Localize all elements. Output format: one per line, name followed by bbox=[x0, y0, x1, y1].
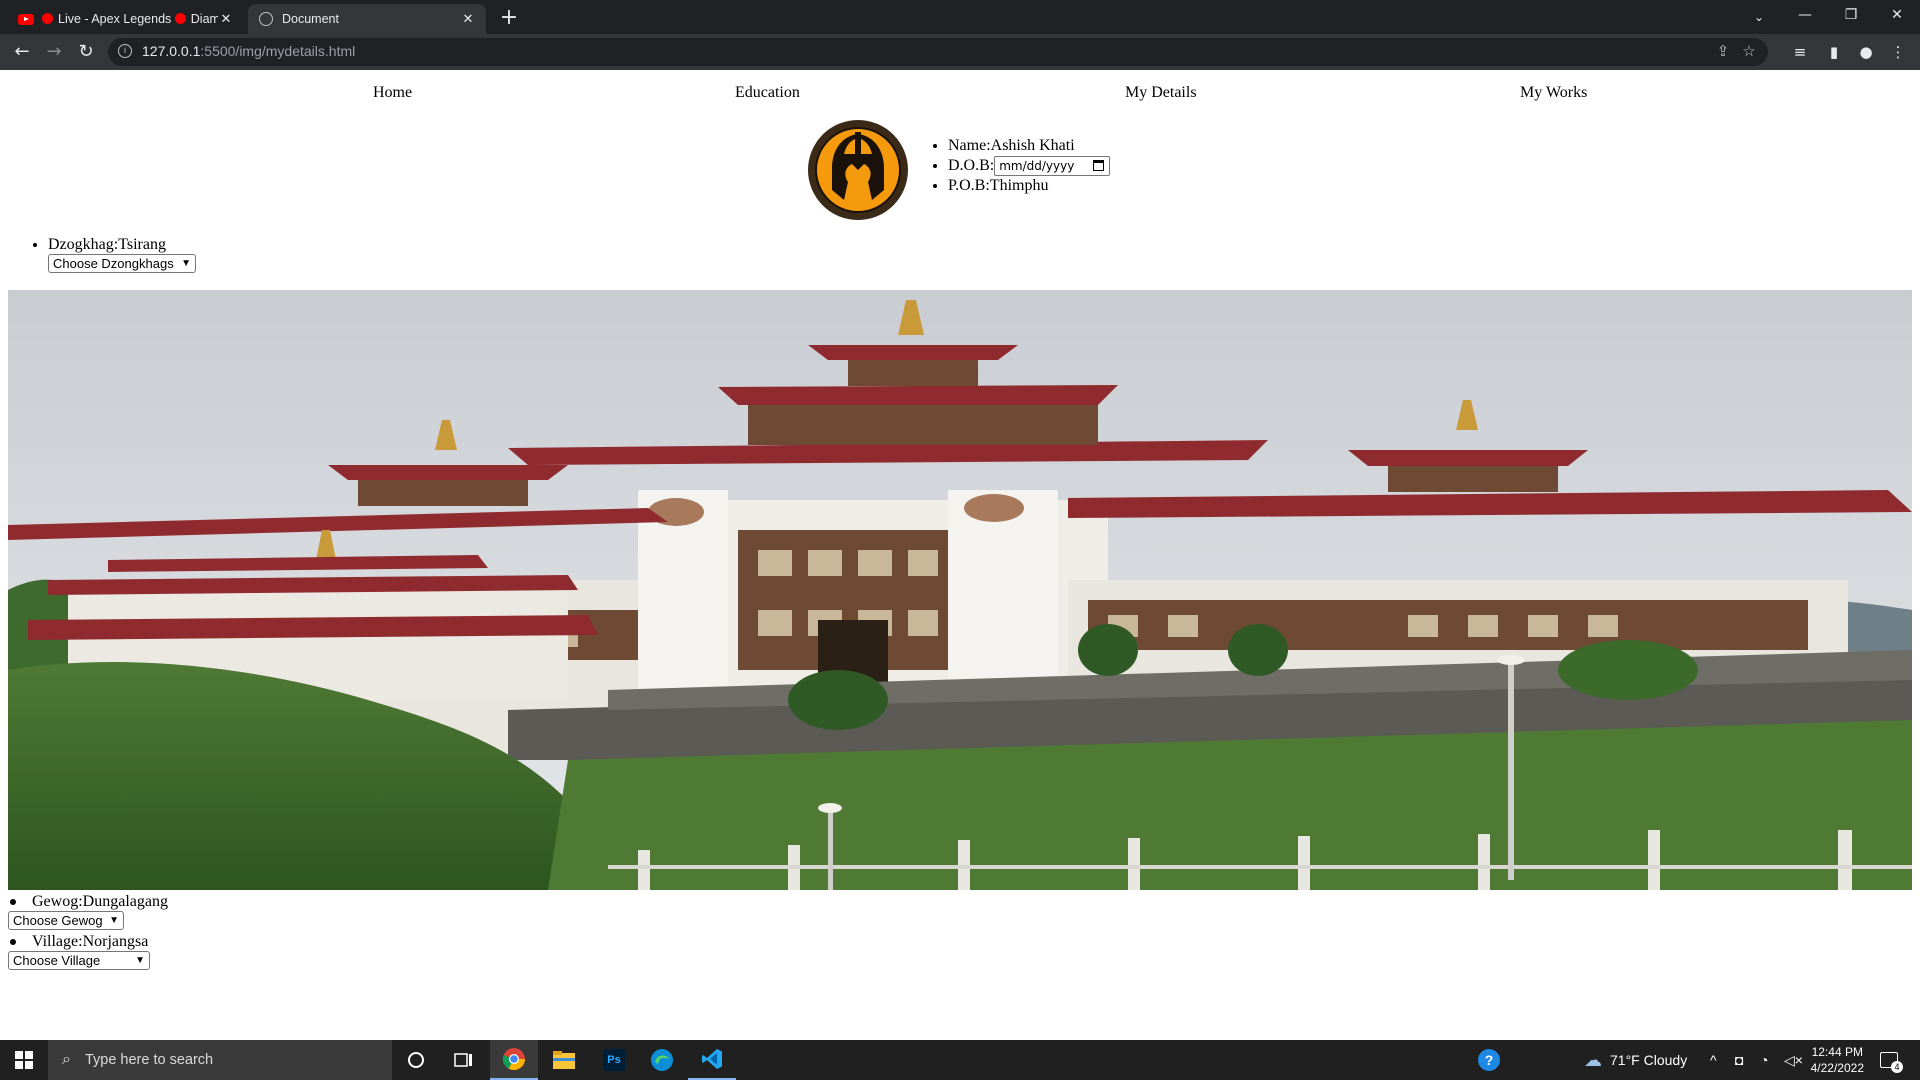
restore-icon[interactable]: ❐ bbox=[1828, 0, 1874, 30]
tab-title: Live - Apex Legends Diam bbox=[42, 12, 218, 26]
new-tab-button[interactable]: + bbox=[496, 6, 522, 32]
browser-tab-strip: Live - Apex Legends Diam ✕ Document ✕ + … bbox=[0, 0, 1920, 34]
bullet-icon bbox=[10, 898, 16, 905]
village-item: Village:Norjangsa bbox=[8, 932, 168, 951]
profile-icon[interactable]: ● bbox=[1854, 40, 1878, 64]
weather-widget[interactable]: ☁ 71°F Cloudy bbox=[1584, 1040, 1687, 1080]
task-view-icon[interactable] bbox=[440, 1040, 488, 1080]
name-item: Name:Ashish Khati bbox=[948, 136, 1110, 156]
reload-icon[interactable]: ↻ bbox=[72, 38, 100, 66]
calendar-icon[interactable] bbox=[1093, 160, 1105, 172]
dzong-photo bbox=[8, 290, 1912, 890]
windows-start-icon[interactable] bbox=[0, 1040, 48, 1080]
personal-details-list: Name:Ashish Khati D.O.B:mm/dd/yyyy P.O.B… bbox=[930, 136, 1111, 196]
menu-icon[interactable]: ⋮ bbox=[1886, 40, 1910, 64]
edge-icon[interactable] bbox=[638, 1040, 686, 1080]
search-icon: ⌕ bbox=[62, 1051, 71, 1068]
close-tab-icon[interactable]: ✕ bbox=[218, 11, 234, 27]
youtube-icon bbox=[18, 11, 34, 27]
location-details: Gewog:Dungalagang Choose Gewog ▼ Village:… bbox=[8, 892, 168, 970]
show-hidden-icons[interactable]: ^ bbox=[1710, 1040, 1717, 1080]
window-controls: — ❐ ✕ bbox=[1782, 0, 1920, 30]
live-dot-icon bbox=[42, 13, 53, 24]
forward-icon[interactable]: → bbox=[40, 38, 68, 66]
gewog-select[interactable]: Choose Gewog ▼ bbox=[8, 911, 124, 930]
share-icon[interactable]: ⇪ bbox=[1712, 42, 1734, 62]
close-tab-icon[interactable]: ✕ bbox=[460, 11, 476, 27]
page-viewport: Home Education My Details My Works Name:… bbox=[0, 70, 1920, 1040]
site-info-icon[interactable]: i bbox=[118, 44, 132, 58]
taskbar-search[interactable]: ⌕ Type here to search bbox=[48, 1040, 392, 1080]
address-bar[interactable]: i 127.0.0.1:5500/img/mydetails.html ⇪ ☆ bbox=[108, 38, 1768, 66]
nav-education-link[interactable]: Education bbox=[735, 84, 800, 102]
chevron-down-icon: ▼ bbox=[181, 258, 191, 269]
tab-title: Document bbox=[282, 12, 339, 26]
live-dot-icon bbox=[174, 13, 186, 24]
url-text: 127.0.0.1:5500/img/mydetails.html bbox=[142, 43, 356, 59]
taskbar-clock[interactable]: 12:44 PM 4/22/2022 bbox=[1811, 1044, 1864, 1076]
back-icon[interactable]: ← bbox=[8, 38, 36, 66]
wifi-icon[interactable]: ◔ bbox=[1760, 1040, 1768, 1080]
file-explorer-icon[interactable] bbox=[540, 1040, 588, 1080]
tab-search-icon[interactable]: ⌄ bbox=[1746, 4, 1772, 30]
volume-muted-icon[interactable]: ◁× bbox=[1784, 1040, 1803, 1080]
chevron-down-icon: ▼ bbox=[135, 955, 145, 966]
globe-icon bbox=[258, 11, 274, 27]
chevron-down-icon: ▼ bbox=[109, 915, 119, 926]
nav-home-link[interactable]: Home bbox=[373, 84, 412, 102]
dzongkhag-section: Dzogkhag:Tsirang Choose Dzongkhags▼ bbox=[30, 236, 196, 273]
chrome-taskbar-icon[interactable] bbox=[490, 1040, 538, 1080]
pob-item: P.O.B:Thimphu bbox=[948, 176, 1110, 196]
site-nav: Home Education My Details My Works bbox=[0, 84, 1920, 108]
gewog-item: Gewog:Dungalagang bbox=[8, 892, 168, 911]
photoshop-icon[interactable]: Ps bbox=[590, 1040, 638, 1080]
dob-date-input[interactable]: mm/dd/yyyy bbox=[994, 156, 1111, 177]
reading-list-icon[interactable]: ≡ bbox=[1788, 40, 1812, 64]
tab-document[interactable]: Document ✕ bbox=[248, 4, 486, 34]
close-window-icon[interactable]: ✕ bbox=[1874, 0, 1920, 30]
cortana-icon[interactable] bbox=[392, 1040, 440, 1080]
meet-now-icon[interactable]: ◘ bbox=[1735, 1040, 1743, 1080]
cloud-icon: ☁ bbox=[1584, 1049, 1602, 1070]
browser-toolbar: ← → ↻ i 127.0.0.1:5500/img/mydetails.htm… bbox=[0, 34, 1920, 70]
bookmark-star-icon[interactable]: ☆ bbox=[1738, 42, 1760, 62]
dzongkhag-label: Dzogkhag:Tsirang bbox=[48, 236, 196, 254]
dob-item: D.O.B:mm/dd/yyyy bbox=[948, 156, 1111, 177]
vscode-icon[interactable] bbox=[688, 1040, 736, 1080]
tab-apex-legends[interactable]: Live - Apex Legends Diam ✕ bbox=[8, 4, 244, 34]
nav-my-details-link[interactable]: My Details bbox=[1125, 84, 1197, 102]
minimize-icon[interactable]: — bbox=[1782, 0, 1828, 30]
help-icon[interactable]: ? bbox=[1478, 1040, 1500, 1080]
notification-center-icon[interactable]: 4 bbox=[1880, 1040, 1903, 1080]
dzongkhag-select[interactable]: Choose Dzongkhags ▼ bbox=[48, 254, 196, 273]
nav-my-works-link[interactable]: My Works bbox=[1520, 84, 1587, 102]
spartan-helmet-logo bbox=[808, 120, 908, 220]
windows-taskbar: ⌕ Type here to search Ps ? ☁ 71°F Cloudy… bbox=[0, 1040, 1920, 1080]
bullet-icon bbox=[10, 938, 16, 945]
side-panel-icon[interactable]: ▮ bbox=[1822, 40, 1846, 64]
village-select[interactable]: Choose Village ▼ bbox=[8, 951, 150, 970]
